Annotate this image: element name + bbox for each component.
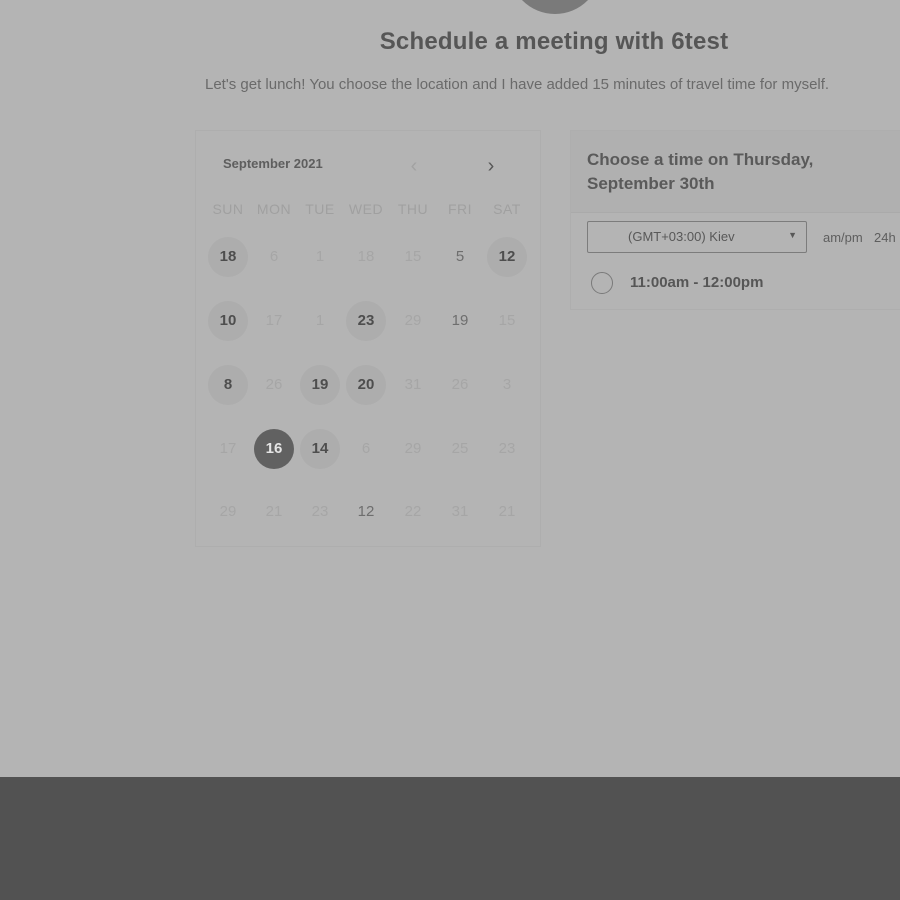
weekday-label: SAT <box>493 201 521 217</box>
calendar-day: 29 <box>219 503 237 520</box>
calendar-day: 21 <box>265 503 283 520</box>
calendar-day: 15 <box>404 248 422 265</box>
calendar-day: 18 <box>357 248 375 265</box>
timezone-value: (GMT+03:00) Kiev <box>628 229 735 244</box>
calendar-day: 6 <box>361 440 371 457</box>
format-24h-toggle[interactable]: 24h <box>874 230 896 245</box>
avatar <box>509 0 601 14</box>
radio-button[interactable] <box>591 272 613 294</box>
meeting-description: Let's get lunch! You choose the location… <box>205 76 830 93</box>
calendar-day: 26 <box>265 376 283 393</box>
calendar-day: 23 <box>311 503 329 520</box>
calendar-day: 17 <box>219 440 237 457</box>
chevron-down-icon: ▼ <box>788 230 797 240</box>
calendar-day: 3 <box>502 376 512 393</box>
calendar-day: 15 <box>498 312 516 329</box>
time-picker: Choose a time on Thursday, September 30t… <box>570 130 900 310</box>
weekday-label: THU <box>397 201 429 217</box>
calendar-day: 31 <box>404 376 422 393</box>
calendar-day: 29 <box>404 312 422 329</box>
calendar-day: 22 <box>404 503 422 520</box>
calendar-day[interactable]: 23 <box>346 301 386 341</box>
calendar-day[interactable]: 8 <box>208 365 248 405</box>
time-slot-option[interactable]: 11:00am - 12:00pm <box>591 270 891 298</box>
calendar-day: 21 <box>498 503 516 520</box>
calendar-day: 29 <box>404 440 422 457</box>
calendar-day: 25 <box>451 440 469 457</box>
calendar-day: 12 <box>357 503 375 520</box>
weekday-label: MON <box>256 201 292 217</box>
calendar-month-label: September 2021 <box>223 156 323 171</box>
calendar-day[interactable]: 14 <box>300 429 340 469</box>
calendar-day: 1 <box>315 312 325 329</box>
calendar-day: 1 <box>315 248 325 265</box>
calendar-day: 31 <box>451 503 469 520</box>
calendar-day[interactable]: 20 <box>346 365 386 405</box>
time-picker-header: Choose a time on Thursday, September 30t… <box>571 131 900 213</box>
weekday-label: TUE <box>305 201 335 217</box>
calendar-day: 5 <box>455 248 465 265</box>
calendar-day[interactable]: 19 <box>300 365 340 405</box>
timezone-select[interactable]: (GMT+03:00) Kiev ▼ <box>587 221 807 253</box>
footer-band <box>0 777 900 900</box>
calendar-day: 6 <box>269 248 279 265</box>
calendar-day: 19 <box>451 312 469 329</box>
page-title: Schedule a meeting with 6test <box>379 28 729 55</box>
calendar-day-selected[interactable]: 16 <box>254 429 294 469</box>
weekday-label: WED <box>348 201 384 217</box>
calendar-day: 23 <box>498 440 516 457</box>
calendar-day[interactable]: 10 <box>208 301 248 341</box>
calendar: September 2021 ‹ › SUN MON TUE WED THU FRI SAT… <box>195 130 541 547</box>
calendar-day: 26 <box>451 376 469 393</box>
weekday-label: FRI <box>447 201 473 217</box>
chevron-left-icon[interactable]: ‹ <box>402 154 426 178</box>
chevron-right-icon[interactable]: › <box>479 154 503 178</box>
format-ampm-toggle[interactable]: am/pm <box>823 230 863 245</box>
scheduler-panel: Schedule a meeting with 6test Let's get … <box>0 0 900 777</box>
calendar-day: 17 <box>265 312 283 329</box>
weekday-label: SUN <box>212 201 244 217</box>
page: Schedule a meeting with 6test Let's get … <box>0 0 900 900</box>
time-picker-heading: Choose a time on Thursday, September 30t… <box>587 150 814 193</box>
calendar-day[interactable]: 18 <box>208 237 248 277</box>
calendar-day[interactable]: 12 <box>487 237 527 277</box>
time-slot-label: 11:00am - 12:00pm <box>630 274 764 291</box>
